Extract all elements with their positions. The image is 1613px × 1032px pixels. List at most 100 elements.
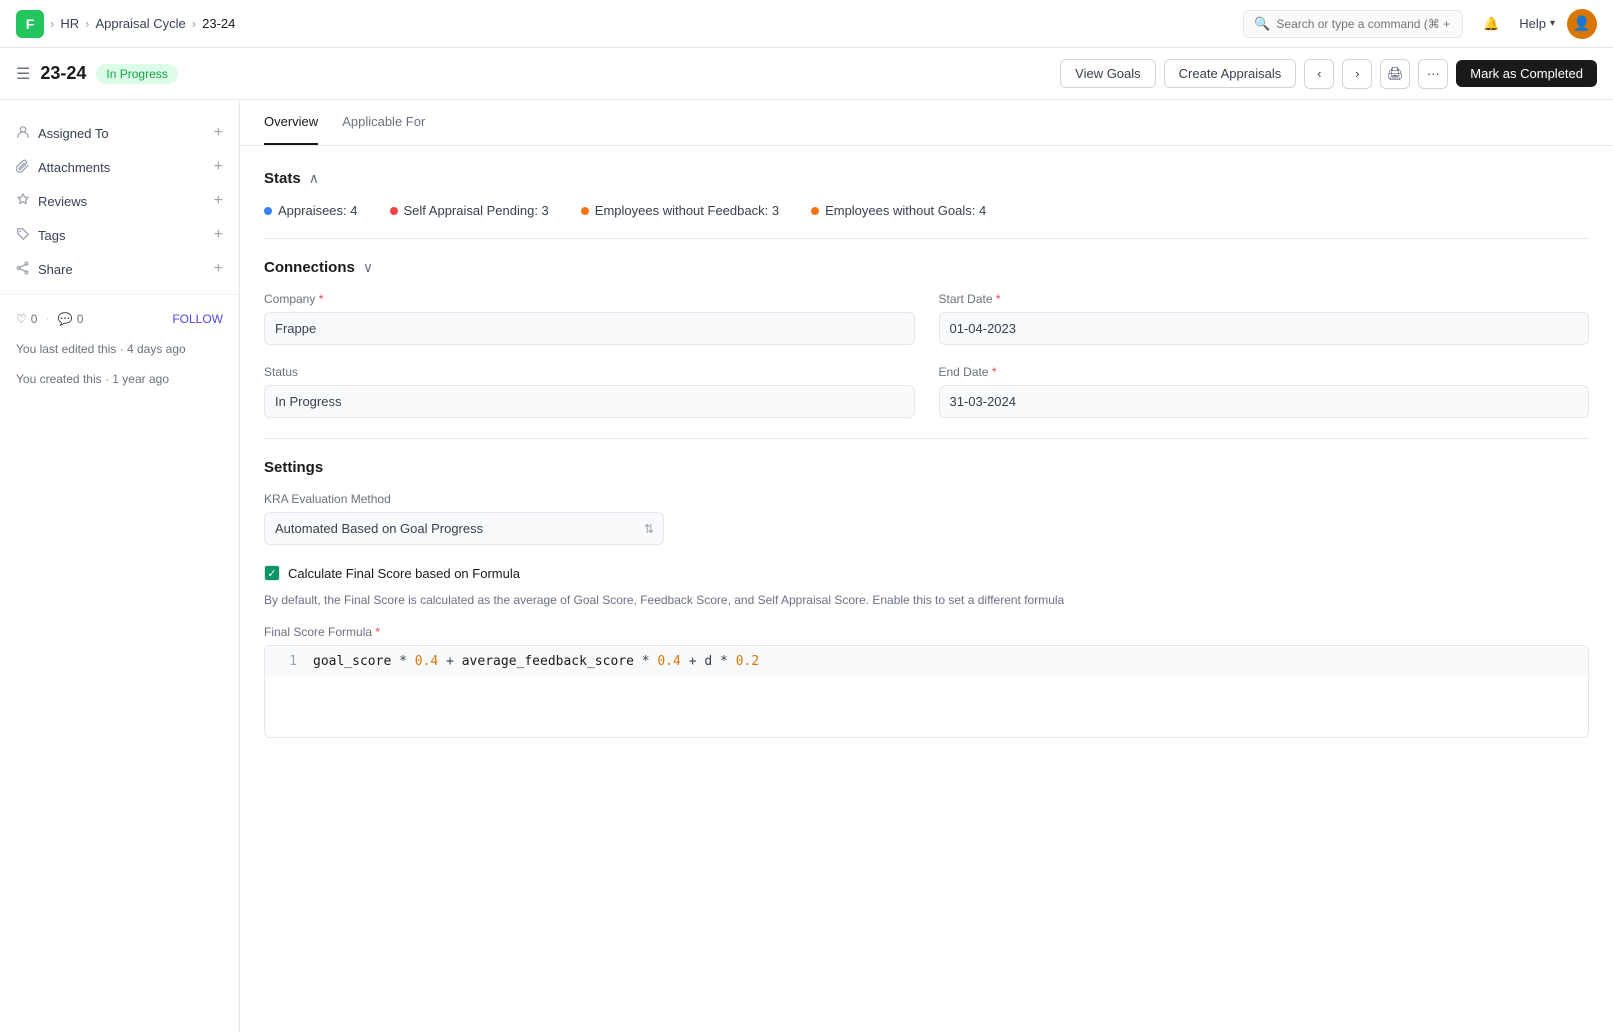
more-options-button[interactable]: ··· bbox=[1418, 59, 1448, 89]
attachments-plus-icon[interactable]: + bbox=[214, 158, 223, 176]
sub-header-left: ☰ 23-24 In Progress bbox=[16, 63, 178, 84]
prev-button[interactable]: ‹ bbox=[1304, 59, 1334, 89]
kra-select-wrapper: Automated Based on Goal Progress Manual bbox=[264, 512, 664, 545]
next-button[interactable]: › bbox=[1342, 59, 1372, 89]
nav-hr[interactable]: HR bbox=[60, 16, 79, 31]
stat-self-appraisal: Self Appraisal Pending: 3 bbox=[390, 203, 549, 218]
view-goals-button[interactable]: View Goals bbox=[1060, 59, 1156, 88]
connections-toggle-icon[interactable]: ∨ bbox=[363, 259, 373, 276]
hamburger-icon[interactable]: ☰ bbox=[16, 64, 30, 84]
no-goals-dot bbox=[811, 207, 819, 215]
ellipsis-icon: ··· bbox=[1427, 66, 1440, 81]
nav-appraisal-cycle[interactable]: Appraisal Cycle bbox=[95, 16, 185, 31]
status-field: Status bbox=[264, 365, 915, 418]
no-feedback-label: Employees without Feedback: 3 bbox=[595, 203, 779, 218]
code-line-1: 1 goal_score * 0.4 + average_feedback_sc… bbox=[265, 646, 1588, 677]
stats-title: Stats bbox=[264, 170, 301, 187]
created-meta: You created this · 1 year ago bbox=[0, 364, 239, 394]
formula-checkbox-desc: By default, the Final Score is calculate… bbox=[264, 591, 1589, 609]
sidebar-item-share[interactable]: Share + bbox=[0, 252, 239, 286]
comment-icon: 💬 bbox=[58, 312, 73, 326]
breadcrumb-area: F › HR › Appraisal Cycle › 23-24 bbox=[16, 10, 235, 38]
chevron-down-icon: ▾ bbox=[1550, 18, 1555, 29]
comment-count: 0 bbox=[77, 312, 84, 326]
line-number: 1 bbox=[277, 654, 297, 669]
top-nav-right: 🔍 🔔 Help ▾ 👤 bbox=[1243, 8, 1597, 40]
end-date-field: End Date * bbox=[939, 365, 1590, 418]
status-input[interactable] bbox=[264, 385, 915, 418]
formula-checkbox[interactable]: ✓ bbox=[264, 565, 280, 581]
connections-form: Company * Start Date * Status bbox=[264, 292, 1589, 418]
sidebar-actions: ♡ 0 · 💬 0 FOLLOW bbox=[0, 303, 239, 334]
help-label: Help bbox=[1519, 16, 1546, 31]
mark-completed-button[interactable]: Mark as Completed bbox=[1456, 60, 1597, 87]
tags-icon bbox=[16, 227, 30, 244]
appraisees-label: Appraisees: 4 bbox=[278, 203, 358, 218]
top-nav: F › HR › Appraisal Cycle › 23-24 🔍 🔔 Hel… bbox=[0, 0, 1613, 48]
end-date-label: End Date * bbox=[939, 365, 1590, 379]
sidebar-item-tags[interactable]: Tags + bbox=[0, 218, 239, 252]
appraisees-dot bbox=[264, 207, 272, 215]
bell-icon: 🔔 bbox=[1483, 16, 1499, 32]
stat-appraisees: Appraisees: 4 bbox=[264, 203, 358, 218]
sidebar-item-assigned-to[interactable]: Assigned To + bbox=[0, 116, 239, 150]
company-field: Company * bbox=[264, 292, 915, 345]
sidebar-item-attachments[interactable]: Attachments + bbox=[0, 150, 239, 184]
share-plus-icon[interactable]: + bbox=[214, 260, 223, 278]
follow-button[interactable]: FOLLOW bbox=[172, 312, 223, 326]
final-score-formula-field: Final Score Formula * 1 goal_score * 0.4… bbox=[264, 625, 1589, 738]
main-content: Overview Applicable For Stats ∧ Appraise… bbox=[240, 100, 1613, 1032]
stats-divider bbox=[264, 238, 1589, 239]
nav-sep-3: › bbox=[192, 16, 196, 31]
avatar[interactable]: 👤 bbox=[1567, 9, 1597, 39]
start-date-input[interactable] bbox=[939, 312, 1590, 345]
code-editor: 1 goal_score * 0.4 + average_feedback_sc… bbox=[264, 645, 1589, 738]
sidebar-item-reviews[interactable]: Reviews + bbox=[0, 184, 239, 218]
print-button[interactable]: 🖨 bbox=[1380, 59, 1410, 89]
sidebar-divider bbox=[0, 294, 239, 295]
no-feedback-dot bbox=[581, 207, 589, 215]
tab-applicable-for[interactable]: Applicable For bbox=[342, 100, 425, 145]
status-badge: In Progress bbox=[96, 64, 177, 84]
search-bar[interactable]: 🔍 bbox=[1243, 10, 1463, 38]
sub-header: ☰ 23-24 In Progress View Goals Create Ap… bbox=[0, 48, 1613, 100]
nav-sep-1: › bbox=[50, 16, 54, 31]
stat-no-goals: Employees without Goals: 4 bbox=[811, 203, 986, 218]
formula-code[interactable]: goal_score * 0.4 + average_feedback_scor… bbox=[313, 654, 759, 669]
settings-section-header: Settings bbox=[264, 459, 1589, 476]
create-appraisals-button[interactable]: Create Appraisals bbox=[1164, 59, 1297, 88]
help-button[interactable]: Help ▾ bbox=[1519, 16, 1555, 31]
search-icon: 🔍 bbox=[1254, 16, 1270, 32]
stats-section-header: Stats ∧ bbox=[264, 170, 1589, 187]
comment-button[interactable]: 💬 0 bbox=[58, 312, 84, 326]
reviews-icon bbox=[16, 193, 30, 210]
notification-button[interactable]: 🔔 bbox=[1475, 8, 1507, 40]
stats-toggle-icon[interactable]: ∧ bbox=[309, 170, 319, 187]
tab-overview[interactable]: Overview bbox=[264, 100, 318, 145]
kra-label: KRA Evaluation Method bbox=[264, 492, 1589, 506]
sub-header-right: View Goals Create Appraisals ‹ › 🖨 ··· M… bbox=[1060, 59, 1597, 89]
formula-checkbox-row: ✓ Calculate Final Score based on Formula bbox=[264, 565, 1589, 581]
app-logo: F bbox=[16, 10, 44, 38]
overview-content: Stats ∧ Appraisees: 4 Self Appraisal Pen… bbox=[240, 146, 1613, 762]
final-score-label: Final Score Formula * bbox=[264, 625, 1589, 639]
formula-checkbox-label: Calculate Final Score based on Formula bbox=[288, 566, 520, 581]
end-date-input[interactable] bbox=[939, 385, 1590, 418]
stat-no-feedback: Employees without Feedback: 3 bbox=[581, 203, 779, 218]
last-edited-meta: You last edited this · 4 days ago bbox=[0, 334, 239, 364]
reviews-plus-icon[interactable]: + bbox=[214, 192, 223, 210]
kra-select[interactable]: Automated Based on Goal Progress Manual bbox=[264, 512, 664, 545]
code-editor-body[interactable] bbox=[265, 677, 1588, 737]
like-button[interactable]: ♡ 0 bbox=[16, 312, 37, 326]
like-count: 0 bbox=[31, 312, 38, 326]
company-input[interactable] bbox=[264, 312, 915, 345]
chevron-left-icon: ‹ bbox=[1317, 66, 1321, 81]
assigned-to-plus-icon[interactable]: + bbox=[214, 124, 223, 142]
checkmark-icon: ✓ bbox=[267, 567, 276, 580]
search-input[interactable] bbox=[1276, 17, 1452, 31]
sidebar-share-label: Share bbox=[38, 262, 73, 277]
self-appraisal-label: Self Appraisal Pending: 3 bbox=[404, 203, 549, 218]
tags-plus-icon[interactable]: + bbox=[214, 226, 223, 244]
attachment-icon bbox=[16, 159, 30, 176]
no-goals-label: Employees without Goals: 4 bbox=[825, 203, 986, 218]
